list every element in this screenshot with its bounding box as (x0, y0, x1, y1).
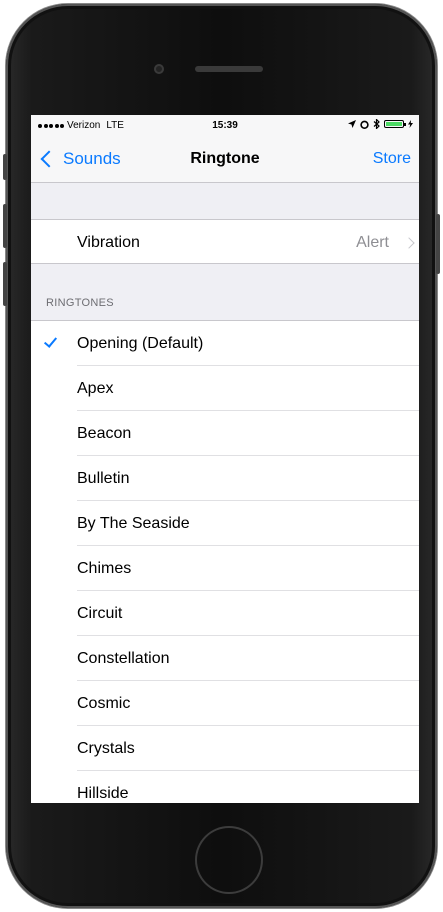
mute-switch (3, 154, 7, 180)
checkmark-icon (43, 334, 58, 348)
ringtone-item[interactable]: By The Seaside (31, 501, 419, 546)
ringtone-item[interactable]: Apex (31, 366, 419, 411)
volume-down-button (3, 262, 7, 306)
ringtone-item[interactable]: Circuit (31, 591, 419, 636)
chevron-right-icon (403, 237, 415, 249)
bluetooth-icon (373, 119, 380, 129)
ringtone-label: Cosmic (77, 695, 131, 712)
ringtone-item[interactable]: Constellation (31, 636, 419, 681)
vibration-label: Vibration (77, 234, 140, 251)
ringtone-item[interactable]: Chimes (31, 546, 419, 591)
screen: Verizon LTE 15:39 Sounds Ringtone Store … (31, 115, 419, 803)
volume-up-button (3, 204, 7, 248)
page-title: Ringtone (190, 150, 260, 167)
vibration-value: Alert (356, 234, 389, 251)
ringtone-item[interactable]: Beacon (31, 411, 419, 456)
store-button[interactable]: Store (373, 150, 411, 168)
ringtone-list: Opening (Default) Apex Beacon Bulletin B… (31, 320, 419, 803)
ringtone-label: Bulletin (77, 470, 130, 487)
earpiece-speaker (195, 66, 263, 72)
navigation-bar: Sounds Ringtone Store (31, 137, 419, 183)
ringtone-item[interactable]: Hillside (31, 771, 419, 803)
front-camera (154, 64, 164, 74)
section-header-ringtones: RINGTONES (46, 297, 114, 309)
location-icon (348, 120, 356, 128)
charging-icon (408, 120, 413, 128)
vibration-row[interactable]: Vibration Alert (31, 219, 419, 264)
ringtone-label: Constellation (77, 650, 170, 667)
ringtone-label: Apex (77, 380, 114, 397)
ringtone-label: Hillside (77, 785, 129, 802)
ringtone-label: Opening (Default) (77, 335, 204, 352)
ringtone-label: By The Seaside (77, 515, 190, 532)
status-icons (348, 119, 413, 129)
ringtone-label: Beacon (77, 425, 132, 442)
ringtone-item[interactable]: Bulletin (31, 456, 419, 501)
ringtone-item[interactable]: Opening (Default) (31, 321, 419, 366)
power-button (436, 214, 440, 274)
ringtone-item[interactable]: Crystals (31, 726, 419, 771)
ringtone-label: Circuit (77, 605, 123, 622)
battery-icon (384, 120, 406, 128)
ringtone-label: Chimes (77, 560, 132, 577)
status-bar: Verizon LTE 15:39 (31, 115, 419, 137)
ringtone-label: Crystals (77, 740, 135, 757)
home-button[interactable] (195, 826, 263, 894)
alarm-icon (360, 120, 369, 129)
ringtone-item[interactable]: Cosmic (31, 681, 419, 726)
